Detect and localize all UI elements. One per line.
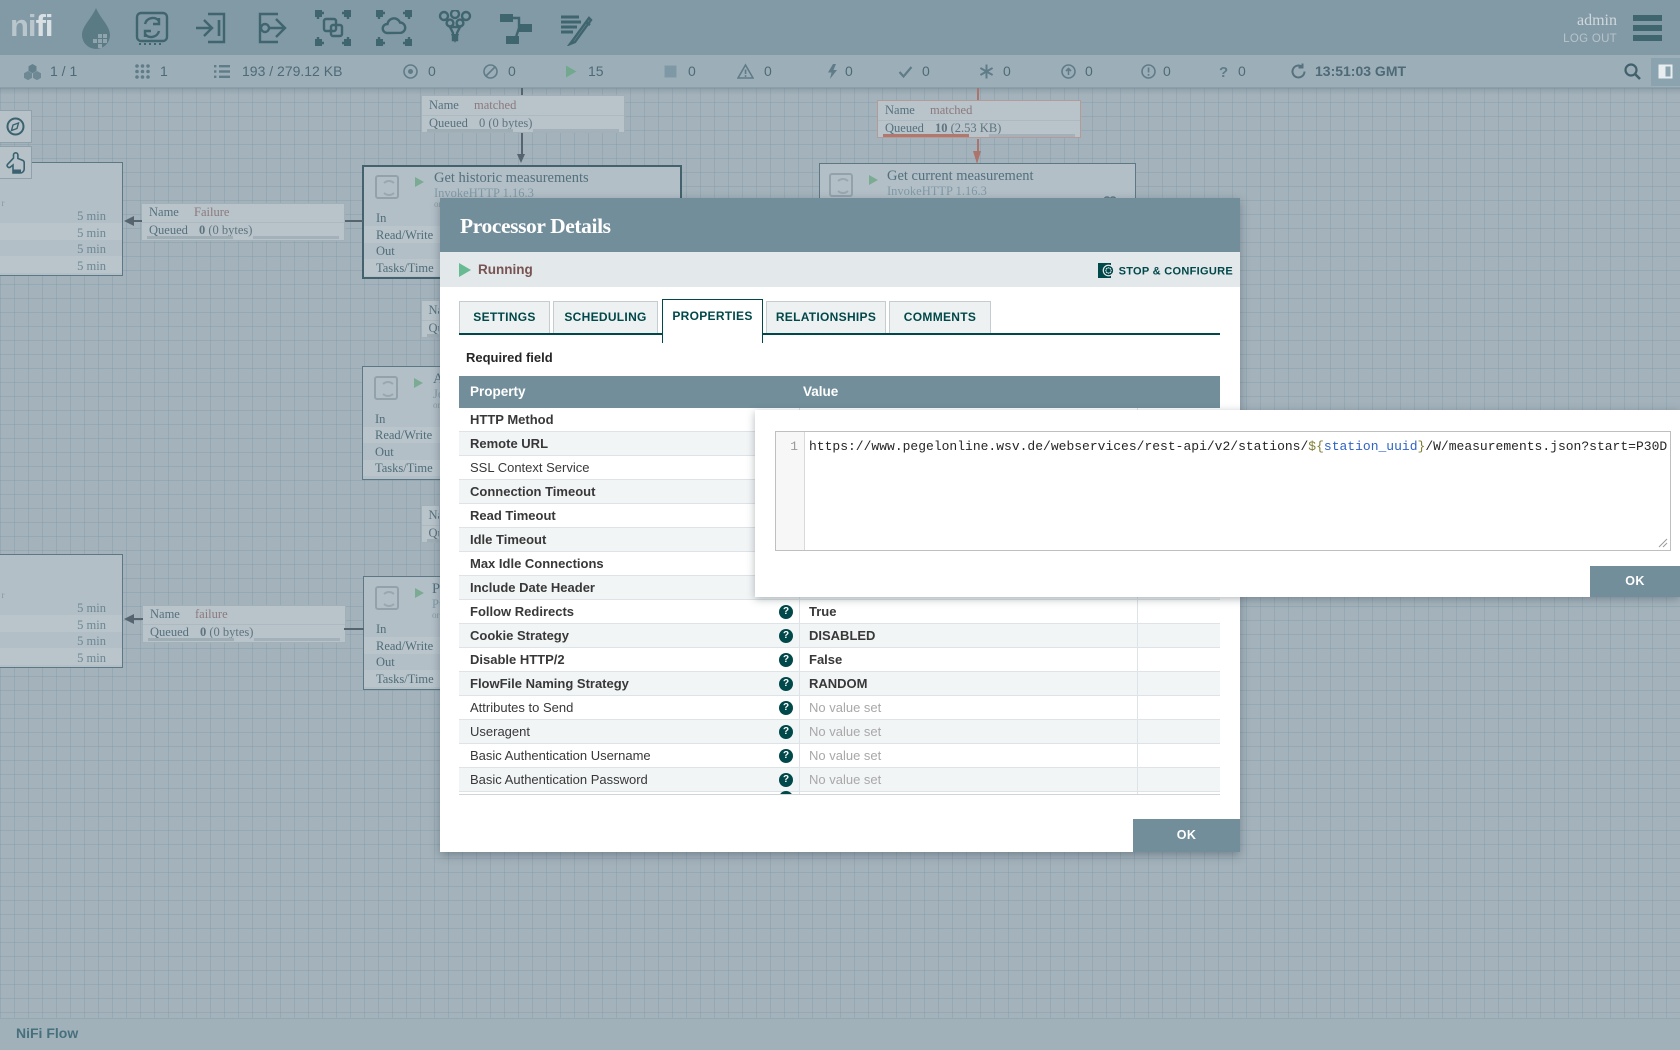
svg-text:?: ? [1219, 64, 1228, 80]
